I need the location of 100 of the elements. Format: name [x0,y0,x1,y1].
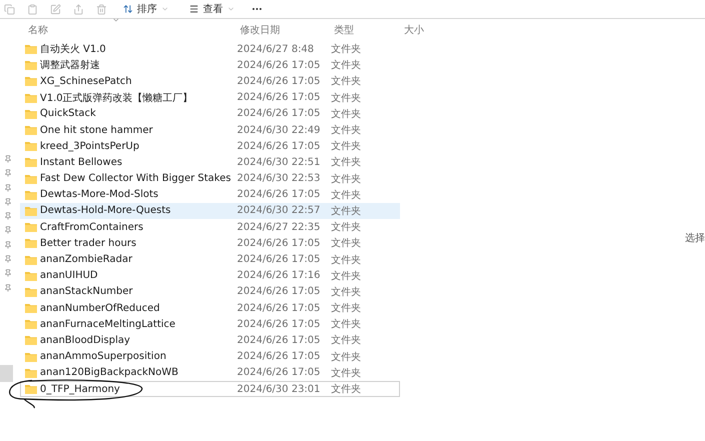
folder-icon [25,190,37,200]
folder-icon [25,125,37,136]
pin-icon[interactable] [4,269,12,278]
clipboard-icon[interactable] [27,4,38,14]
file-row[interactable]: CraftFromContainers 2024/6/27 22:35 文件夹 [20,219,400,236]
file-name: Instant Bellowes [25,156,237,168]
pin-icon[interactable] [4,240,12,249]
file-name: kreed_3PointsPerUp [25,140,237,152]
folder-icon [25,60,37,70]
modified-date: 2024/6/27 22:35 [237,222,322,233]
pin-icon[interactable] [4,198,12,206]
modified-date: 2024/6/26 17:05 [237,302,322,314]
file-row[interactable]: Dewtas-More-Mod-Slots 2024/6/26 17:05 文件夹 [20,186,400,203]
folder-icon [25,238,37,248]
view-button[interactable]: 查看 [185,2,239,16]
file-name: ananUIHUD [25,270,237,282]
pin-icon[interactable] [4,155,12,163]
pin-icon[interactable] [4,212,12,220]
pin-icon[interactable] [4,184,12,192]
file-type: 文件夹 [331,334,362,348]
file-row[interactable]: ananNumberOfReduced 2024/6/26 17:05 文件夹 [20,300,400,316]
file-name: ananStackNumber [25,286,237,298]
folder-icon [25,206,37,216]
file-row[interactable]: Dewtas-Hold-More-Quests 2024/6/30 22:57 文件夹 [20,202,400,220]
pin-icon[interactable] [4,284,12,292]
folder-icon [25,108,37,119]
modified-date: 2024/6/30 22:51 [237,156,322,168]
column-header[interactable]: 大小 [404,23,434,37]
file-name: One hit stone hammer [25,124,237,136]
file-type: 文件夹 [331,254,362,267]
file-row[interactable]: ananAmmoSuperposition 2024/6/26 17:05 文件夹 [20,348,400,365]
file-name: ananAmmoSuperposition [25,351,237,362]
file-row[interactable]: ananStackNumber 2024/6/26 17:05 文件夹 [20,284,400,300]
file-row[interactable]: ananFurnaceMeltingLattice 2024/6/26 17:05 文件夹 [20,316,400,332]
chevron-down-icon [227,5,235,13]
menu-icon [189,4,199,14]
modified-date: 2024/6/26 17:16 [237,270,322,282]
file-type: 文件夹 [331,270,362,283]
file-row[interactable]: kreed_3PointsPerUp 2024/6/26 17:05 文件夹 [20,138,400,154]
chevron-down-icon [112,16,120,24]
share-icon[interactable] [73,4,84,14]
file-name: ananZombieRadar [25,254,237,266]
file-row[interactable]: 0_TFP_Harmony 2024/6/30 23:01 文件夹 [20,380,400,398]
folder-icon [25,352,37,362]
column-header[interactable]: 类型 [334,23,404,37]
file-name: Better trader hours [25,238,237,249]
folder-icon [25,319,37,330]
file-row[interactable]: Fast Dew Collector With Bigger Stakes 2024/6/30 22:53 文件夹 [20,170,400,187]
folder-icon [25,303,37,314]
modified-date: 2024/6/26 17:05 [237,189,322,200]
folder-icon [25,368,37,378]
column-header[interactable]: 修改日期 [240,23,334,37]
folder-icon [25,92,37,103]
modified-date: 2024/6/27 8:48 [237,44,315,55]
file-name: QuickStack [25,108,237,120]
file-type: 文件夹 [331,140,362,154]
file-name: 调整武器射速 [25,58,237,72]
folder-icon [25,254,37,265]
file-row[interactable]: XG_SchinesePatch 2024/6/26 17:05 文件夹 [20,73,400,90]
file-type: 文件夹 [331,318,362,332]
chevron-down-icon [161,5,169,13]
details-pane-text: 选择 [685,232,705,243]
pin-icon[interactable] [4,226,12,234]
file-type: 文件夹 [331,92,362,105]
file-row[interactable]: ananUIHUD 2024/6/26 17:16 文件夹 [20,268,400,284]
sort-icon [123,4,133,14]
file-row[interactable]: QuickStack 2024/6/26 17:05 文件夹 [20,106,400,122]
modified-date: 2024/6/30 22:49 [237,124,322,136]
modified-date: 2024/6/26 17:05 [237,286,322,298]
file-name: Fast Dew Collector With Bigger Stakes [25,173,237,184]
folder-icon [25,76,37,86]
file-row[interactable]: One hit stone hammer 2024/6/30 22:49 文件夹 [20,122,400,138]
file-row[interactable]: ananBloodDisplay 2024/6/26 17:05 文件夹 [20,332,400,349]
file-row[interactable]: Instant Bellowes 2024/6/30 22:51 文件夹 [20,154,400,170]
file-row[interactable]: 调整武器射速 2024/6/26 17:05 文件夹 [20,57,400,74]
file-type: 文件夹 [331,58,362,72]
modified-date: 2024/6/26 17:05 [237,367,322,378]
file-row[interactable]: 自动关火 V1.0 2024/6/27 8:48 文件夹 [20,41,400,58]
modified-date: 2024/6/26 17:05 [237,92,322,104]
modified-date: 2024/6/26 17:05 [237,318,322,330]
rename-icon[interactable] [50,4,61,14]
file-row[interactable]: anan120BigBackpackNoWB 2024/6/26 17:05 文件夹 [20,364,400,381]
pin-icon[interactable] [4,169,12,178]
file-row[interactable]: Better trader hours 2024/6/26 17:05 文件夹 [20,235,400,252]
file-row[interactable]: V1.0正式版弹药改装【懒糖工厂】 2024/6/26 17:05 文件夹 [20,90,400,106]
file-type: 文件夹 [331,382,362,396]
file-row[interactable]: ananZombieRadar 2024/6/26 17:05 文件夹 [20,251,400,268]
folder-icon [25,384,37,394]
file-name: 0_TFP_Harmony [25,384,237,395]
modified-date: 2024/6/26 17:05 [237,334,322,346]
delete-icon[interactable] [96,4,107,14]
file-type: 文件夹 [331,74,362,88]
sort-button[interactable]: 排序 [119,2,173,16]
modified-date: 2024/6/26 17:05 [237,351,322,362]
file-type: 文件夹 [331,302,362,316]
file-name: ananFurnaceMeltingLattice [25,318,237,330]
modified-date: 2024/6/26 17:05 [237,140,322,152]
column-header[interactable]: 名称 [28,23,240,37]
copy-icon[interactable] [4,4,15,14]
pin-icon[interactable] [4,255,12,264]
